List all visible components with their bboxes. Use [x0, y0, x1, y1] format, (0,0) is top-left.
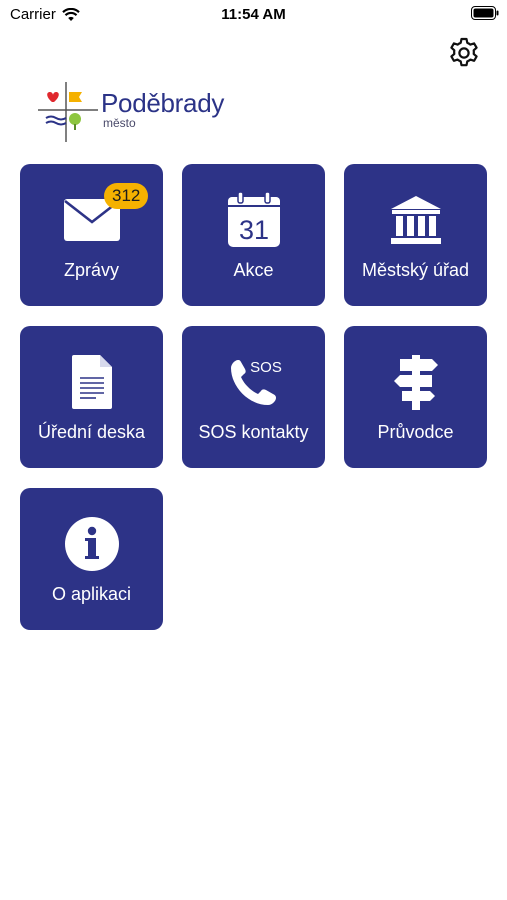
- town-hall-icon: [390, 196, 441, 244]
- tile-messages[interactable]: 312 Zprávy: [20, 164, 163, 306]
- sos-icon-text: SOS: [250, 359, 282, 376]
- tile-label: O aplikaci: [51, 584, 132, 604]
- tile-label: Úřední deska: [37, 422, 146, 442]
- tile-sos-contacts[interactable]: SOS SOS kontakty: [182, 326, 325, 468]
- tile-events[interactable]: 31 Akce: [182, 164, 325, 306]
- gear-icon[interactable]: [447, 36, 481, 70]
- unread-badge: 312: [104, 183, 149, 209]
- tile-guide[interactable]: Průvodce: [344, 326, 487, 468]
- app-logo: Poděbrady město: [36, 80, 236, 144]
- document-icon: [71, 355, 112, 409]
- status-bar: Carrier 11:54 AM: [0, 0, 507, 30]
- logo-title: Poděbrady: [101, 88, 225, 118]
- battery-icon: [471, 6, 499, 20]
- tile-notice-board[interactable]: Úřední deska: [20, 326, 163, 468]
- status-time: 11:54 AM: [221, 6, 286, 23]
- tile-label: Městský úřad: [361, 260, 470, 280]
- logo-subtitle: město: [103, 116, 136, 130]
- tile-label: Zprávy: [63, 260, 119, 280]
- tile-about-app[interactable]: O aplikaci: [20, 488, 163, 630]
- info-icon: [64, 517, 119, 571]
- calendar-icon: 31: [227, 192, 280, 247]
- logo-emblem-icon: [38, 82, 98, 142]
- tile-town-hall[interactable]: Městský úřad: [344, 164, 487, 306]
- tile-label: Akce: [233, 260, 274, 280]
- tile-label: Průvodce: [377, 422, 454, 442]
- signpost-icon: [393, 355, 438, 410]
- calendar-day: 31: [238, 215, 268, 245]
- phone-sos-icon: SOS: [230, 359, 282, 405]
- tile-label: SOS kontakty: [198, 422, 309, 442]
